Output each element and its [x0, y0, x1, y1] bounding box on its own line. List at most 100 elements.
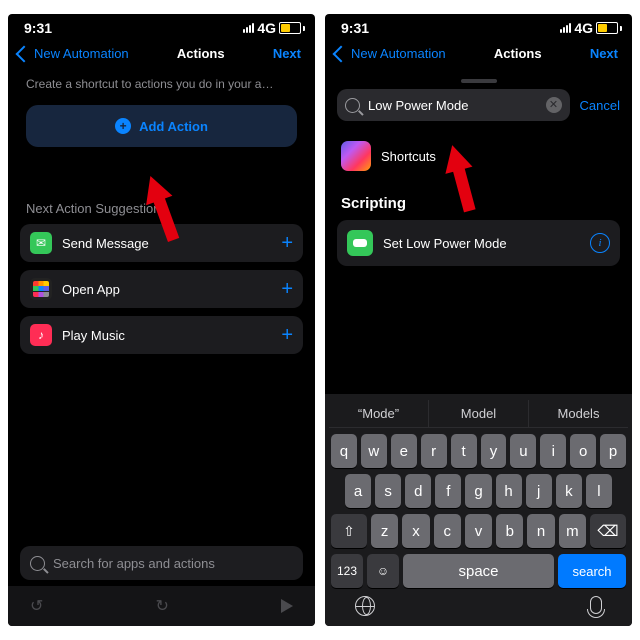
suggestion-send-message[interactable]: ✉︎ Send Message +	[20, 224, 303, 262]
low-power-icon	[347, 230, 373, 256]
plus-circle-icon: +	[115, 118, 131, 134]
suggestion-open-app[interactable]: Open App +	[20, 270, 303, 308]
status-bar: 9:31 4G	[325, 14, 632, 38]
globe-icon[interactable]	[355, 596, 375, 616]
key-123[interactable]: 123	[331, 554, 363, 588]
right-screenshot: 9:31 4G New Automation Actions Next Low …	[325, 14, 632, 626]
status-time: 9:31	[341, 20, 369, 36]
key-n[interactable]: n	[527, 514, 554, 548]
key-i[interactable]: i	[540, 434, 566, 468]
shortcuts-app-icon	[341, 141, 371, 171]
suggestion-label: Send Message	[62, 236, 271, 251]
mic-icon[interactable]	[590, 596, 602, 614]
back-button[interactable]: New Automation	[335, 46, 446, 61]
info-icon[interactable]: i	[590, 233, 610, 253]
add-action-button[interactable]: + Add Action	[26, 105, 297, 147]
key-d[interactable]: d	[405, 474, 431, 508]
search-field[interactable]: Search for apps and actions	[20, 546, 303, 580]
key-h[interactable]: h	[496, 474, 522, 508]
key-a[interactable]: a	[345, 474, 371, 508]
app-result-shortcuts[interactable]: Shortcuts	[325, 131, 632, 181]
prediction[interactable]: Models	[528, 400, 628, 427]
status-bar: 9:31 4G	[8, 14, 315, 38]
clear-icon[interactable]: ✕	[546, 97, 562, 113]
run-icon[interactable]	[281, 599, 293, 613]
app-label: Shortcuts	[381, 149, 436, 164]
keyboard: “Mode” Model Models q w e r t y u i o p …	[325, 394, 632, 626]
key-l[interactable]: l	[586, 474, 612, 508]
key-r[interactable]: r	[421, 434, 447, 468]
network-label: 4G	[257, 20, 276, 36]
message-icon: ✉︎	[30, 232, 52, 254]
key-emoji[interactable]: ☺	[367, 554, 399, 588]
key-e[interactable]: e	[391, 434, 417, 468]
back-label: New Automation	[351, 46, 446, 61]
music-icon: ♪	[30, 324, 52, 346]
key-g[interactable]: g	[465, 474, 491, 508]
key-w[interactable]: w	[361, 434, 387, 468]
key-j[interactable]: j	[526, 474, 552, 508]
search-placeholder: Search for apps and actions	[53, 556, 215, 571]
sheet-grabber[interactable]	[461, 79, 497, 83]
search-input[interactable]: Low Power Mode ✕	[337, 89, 570, 121]
battery-icon	[279, 22, 305, 34]
next-button[interactable]: Next	[273, 46, 301, 61]
suggestion-label: Play Music	[62, 328, 271, 343]
add-action-label: Add Action	[139, 119, 208, 134]
prediction[interactable]: “Mode”	[329, 400, 428, 427]
action-label: Set Low Power Mode	[383, 236, 580, 251]
key-m[interactable]: m	[559, 514, 586, 548]
add-icon[interactable]: +	[281, 279, 293, 299]
suggestions-header: Next Action Suggestions	[8, 201, 315, 216]
key-k[interactable]: k	[556, 474, 582, 508]
suggestion-label: Open App	[62, 282, 271, 297]
redo-icon[interactable]: ↻	[156, 596, 169, 616]
next-button[interactable]: Next	[590, 46, 618, 61]
key-x[interactable]: x	[402, 514, 429, 548]
key-f[interactable]: f	[435, 474, 461, 508]
key-t[interactable]: t	[451, 434, 477, 468]
action-set-low-power-mode[interactable]: Set Low Power Mode i	[337, 220, 620, 266]
app-grid-icon	[30, 278, 52, 300]
key-y[interactable]: y	[481, 434, 507, 468]
key-c[interactable]: c	[434, 514, 461, 548]
left-screenshot: 9:31 4G New Automation Actions Next Crea…	[8, 14, 315, 626]
key-u[interactable]: u	[510, 434, 536, 468]
back-button[interactable]: New Automation	[18, 46, 129, 61]
key-shift[interactable]: ⇧	[331, 514, 367, 548]
search-icon	[30, 556, 45, 571]
key-p[interactable]: p	[600, 434, 626, 468]
back-label: New Automation	[34, 46, 129, 61]
undo-icon[interactable]: ↺	[30, 596, 43, 616]
status-time: 9:31	[24, 20, 52, 36]
key-v[interactable]: v	[465, 514, 492, 548]
battery-icon	[596, 22, 622, 34]
suggestion-play-music[interactable]: ♪ Play Music +	[20, 316, 303, 354]
section-header-scripting: Scripting	[325, 181, 632, 220]
signal-icon	[243, 23, 254, 33]
toolbar: ↺ ↻	[8, 586, 315, 626]
key-q[interactable]: q	[331, 434, 357, 468]
nav-bar: New Automation Actions Next	[8, 38, 315, 71]
key-z[interactable]: z	[371, 514, 398, 548]
key-search[interactable]: search	[558, 554, 626, 588]
key-space[interactable]: space	[403, 554, 554, 588]
nav-bar: New Automation Actions Next	[325, 38, 632, 71]
chevron-left-icon	[16, 45, 33, 62]
search-icon	[345, 98, 360, 113]
network-label: 4G	[574, 20, 593, 36]
nav-title: Actions	[177, 46, 225, 61]
cancel-button[interactable]: Cancel	[580, 98, 620, 113]
chevron-left-icon	[333, 45, 350, 62]
key-backspace[interactable]: ⌫	[590, 514, 626, 548]
hint-text: Create a shortcut to actions you do in y…	[8, 71, 315, 105]
add-icon[interactable]: +	[281, 233, 293, 253]
add-icon[interactable]: +	[281, 325, 293, 345]
nav-title: Actions	[494, 46, 542, 61]
key-b[interactable]: b	[496, 514, 523, 548]
key-o[interactable]: o	[570, 434, 596, 468]
key-s[interactable]: s	[375, 474, 401, 508]
prediction[interactable]: Model	[428, 400, 528, 427]
prediction-bar: “Mode” Model Models	[329, 400, 628, 428]
search-value: Low Power Mode	[368, 98, 468, 113]
